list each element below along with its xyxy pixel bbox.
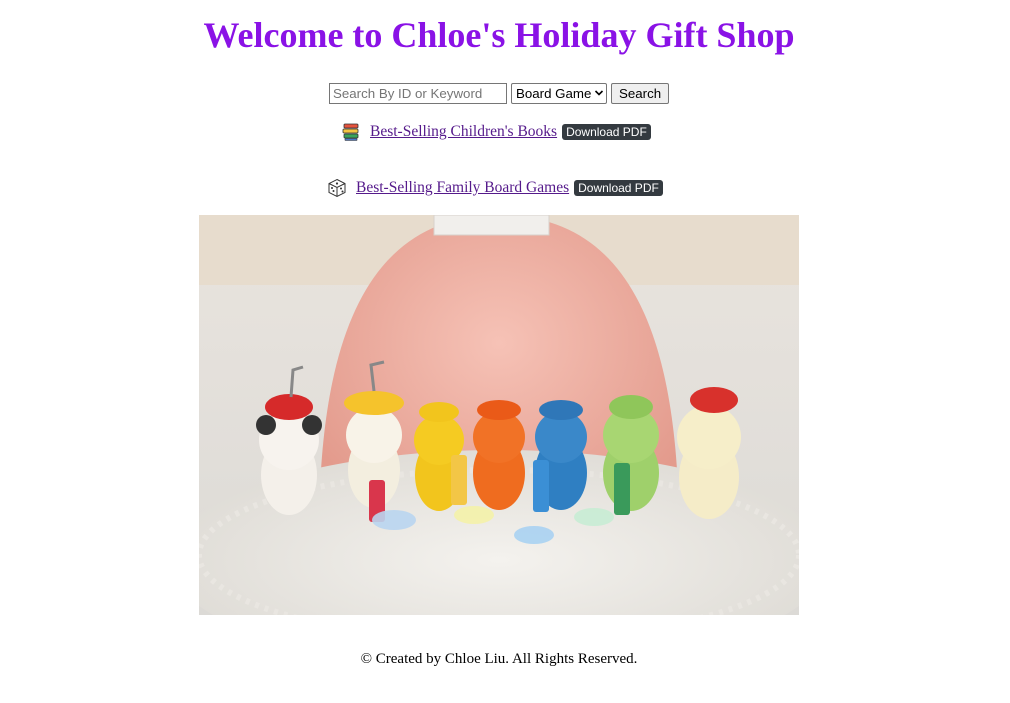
family-board-games-link[interactable]: Best-Selling Family Board Games [356, 179, 569, 197]
search-button[interactable]: Search [611, 82, 670, 104]
dice-icon [328, 178, 346, 198]
category-select-value: Board Game [516, 85, 592, 101]
category-select[interactable]: Board Game [511, 82, 607, 104]
toy-bears-photo [199, 215, 799, 615]
footer-copyright: © Created by Chloe Liu. All Rights Reser… [360, 651, 638, 667]
books-icon [342, 123, 359, 141]
chevron-down-icon [594, 90, 604, 96]
hero-image [199, 215, 799, 615]
games-link-row: Best-Selling Family Board Games Download… [327, 178, 663, 198]
childrens-books-link[interactable]: Best-Selling Children's Books [370, 123, 557, 141]
search-input[interactable] [329, 82, 507, 104]
download-pdf-badge-books[interactable]: Download PDF [562, 124, 651, 140]
page-title: Welcome to Chloe's Holiday Gift Shop [203, 15, 795, 55]
search-form: Board Game Search [329, 82, 670, 104]
books-link-row: Best-Selling Children's Books Download P… [341, 122, 651, 142]
download-pdf-badge-games[interactable]: Download PDF [574, 180, 663, 196]
